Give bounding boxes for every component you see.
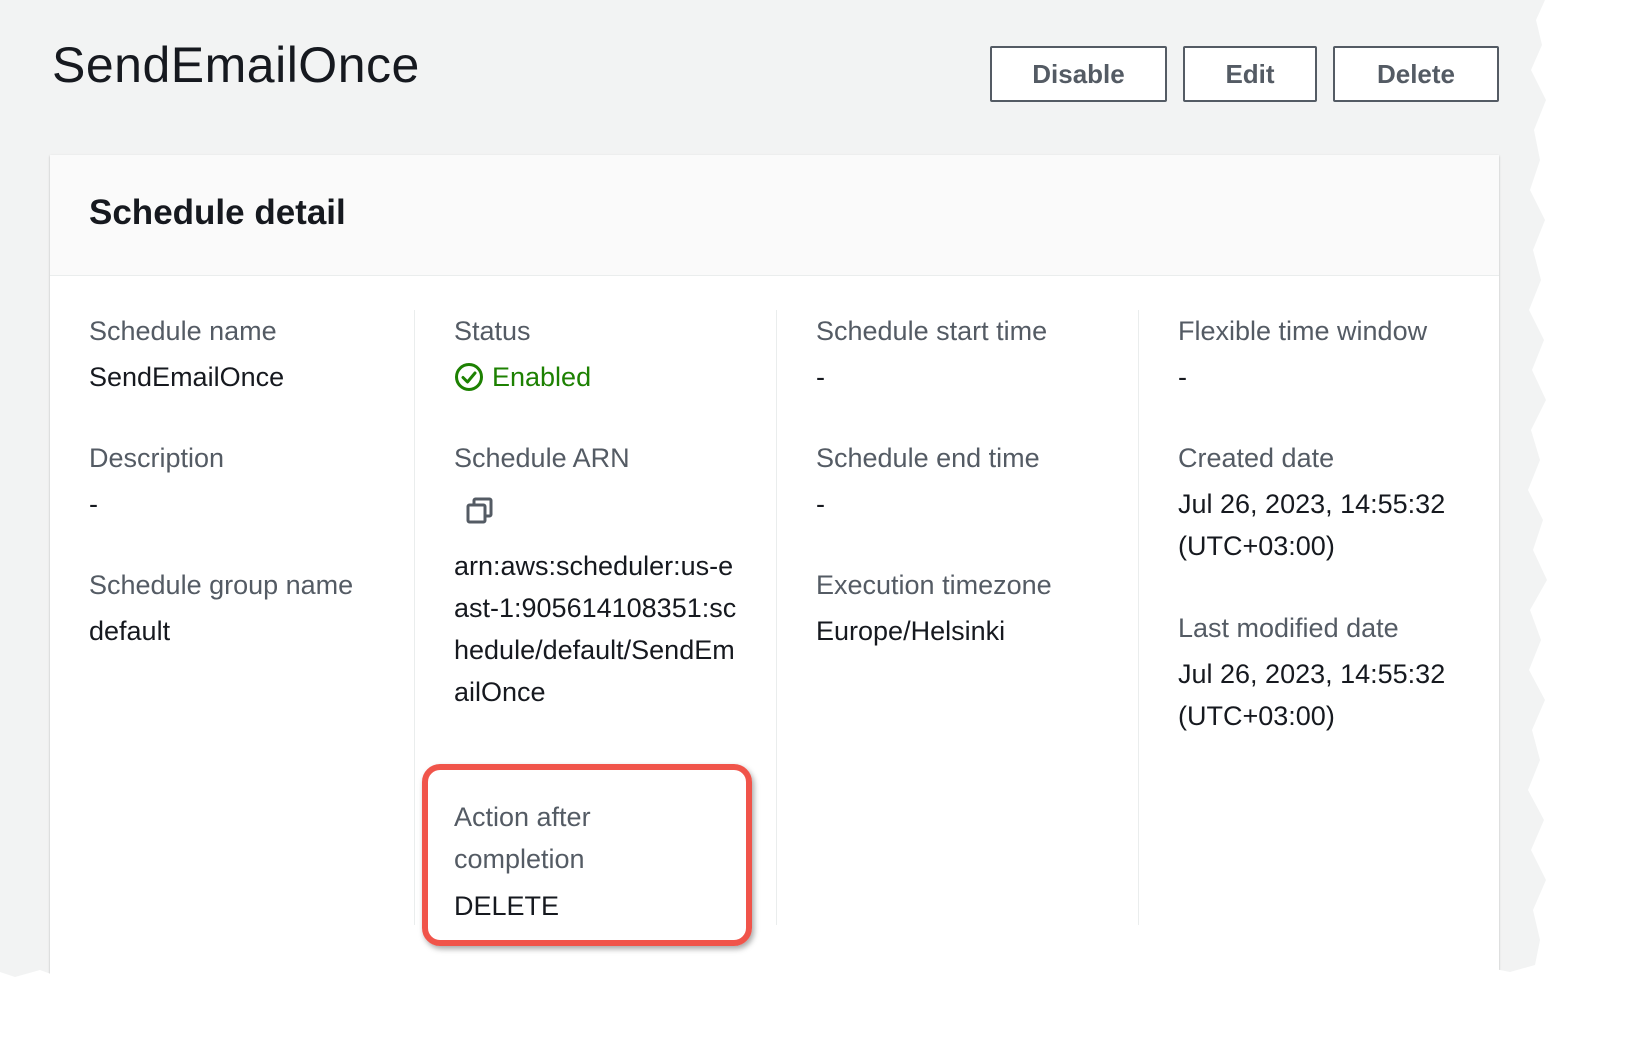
execution-timezone-label: Execution timezone bbox=[816, 570, 1052, 600]
page-title: SendEmailOnce bbox=[52, 37, 420, 93]
description-value: - bbox=[89, 489, 98, 519]
status-text: Enabled bbox=[492, 361, 592, 392]
schedule-start-time-label: Schedule start time bbox=[816, 316, 1048, 346]
execution-timezone-value: Europe/Helsinki bbox=[816, 616, 1006, 646]
schedule-start-time-value: - bbox=[816, 362, 825, 392]
copy-icon[interactable] bbox=[465, 496, 495, 531]
status-label: Status bbox=[454, 316, 531, 346]
flexible-time-window-value: - bbox=[1178, 362, 1187, 392]
schedule-detail-panel: Schedule detail Schedule name SendEmailO… bbox=[50, 155, 1499, 985]
panel-header: Schedule detail bbox=[50, 155, 1499, 276]
delete-button[interactable]: Delete bbox=[1333, 46, 1499, 102]
last-modified-date-label: Last modified date bbox=[1178, 613, 1399, 643]
schedule-name-label: Schedule name bbox=[89, 316, 277, 346]
schedule-name-value: SendEmailOnce bbox=[89, 362, 285, 392]
edit-button[interactable]: Edit bbox=[1183, 46, 1317, 102]
schedule-group-name-label: Schedule group name bbox=[89, 570, 354, 600]
detail-column-3: Schedule start time - Schedule end time … bbox=[776, 310, 1138, 925]
flexible-time-window-label: Flexible time window bbox=[1178, 316, 1428, 346]
last-modified-date-value: Jul 26, 2023, 14:55:32 (UTC+03:00) bbox=[1178, 659, 1446, 731]
disable-button[interactable]: Disable bbox=[990, 46, 1167, 102]
schedule-arn-value: arn:aws:scheduler:us-east-1:905614108351… bbox=[454, 551, 737, 707]
schedule-end-time-label: Schedule end time bbox=[816, 443, 1040, 473]
created-date-label: Created date bbox=[1178, 443, 1335, 473]
schedule-arn-label: Schedule ARN bbox=[454, 443, 630, 473]
description-label: Description bbox=[89, 443, 225, 473]
panel-title: Schedule detail bbox=[89, 193, 346, 232]
highlight-box bbox=[422, 764, 752, 946]
detail-column-4: Flexible time window - Created date Jul … bbox=[1138, 310, 1499, 925]
created-date-value: Jul 26, 2023, 14:55:32 (UTC+03:00) bbox=[1178, 489, 1446, 561]
detail-column-1: Schedule name SendEmailOnce Description … bbox=[50, 310, 414, 925]
status-value: Enabled bbox=[454, 356, 591, 398]
check-circle-icon bbox=[455, 363, 483, 391]
schedule-end-time-value: - bbox=[816, 489, 825, 519]
page-sheet: SendEmailOnce Disable Edit Delete Schedu… bbox=[0, 0, 1560, 985]
schedule-group-name-value: default bbox=[89, 616, 171, 646]
